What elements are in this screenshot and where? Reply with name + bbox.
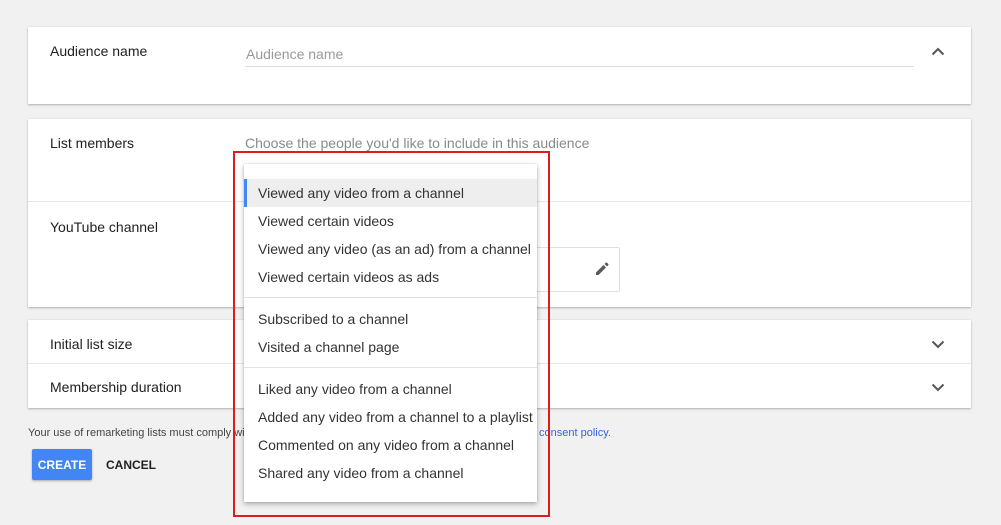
menu-item[interactable]: Viewed any video (as an ad) from a chann… <box>244 235 537 263</box>
initial-list-size-expand[interactable] <box>926 332 950 356</box>
edit-channel-button[interactable] <box>590 257 614 281</box>
chevron-down-icon <box>931 340 945 348</box>
menu-item[interactable]: Added any video from a channel to a play… <box>244 403 537 431</box>
audience-name-card: Audience name <box>28 27 971 104</box>
membership-duration-label: Membership duration <box>50 379 182 395</box>
menu-item[interactable]: Viewed any video from a channel <box>244 179 537 207</box>
menu-group-engagement: Liked any video from a channel Added any… <box>244 375 537 487</box>
menu-item[interactable]: Commented on any video from a channel <box>244 431 537 459</box>
chevron-up-icon <box>931 47 945 55</box>
menu-item[interactable]: Viewed certain videos <box>244 207 537 235</box>
menu-group-channel: Subscribed to a channel Visited a channe… <box>244 305 537 361</box>
menu-item[interactable]: Liked any video from a channel <box>244 375 537 403</box>
audience-name-input[interactable] <box>245 41 914 67</box>
list-members-dropdown: Viewed any video from a channel Viewed c… <box>244 164 537 502</box>
create-button[interactable]: CREATE <box>32 449 92 480</box>
menu-group-viewed: Viewed any video from a channel Viewed c… <box>244 179 537 291</box>
list-members-label: List members <box>50 135 135 151</box>
youtube-channel-label: YouTube channel <box>50 219 158 235</box>
membership-duration-expand[interactable] <box>926 375 950 399</box>
chevron-down-icon <box>931 383 945 391</box>
menu-separator <box>244 367 537 368</box>
policy-note: Your use of remarketing lists must compl… <box>28 427 611 439</box>
cancel-button[interactable]: CANCEL <box>100 449 162 480</box>
list-members-hint: Choose the people you'd like to include … <box>245 135 590 151</box>
consent-policy-link[interactable]: consent policy. <box>539 427 611 439</box>
collapse-button[interactable] <box>926 39 950 63</box>
initial-list-size-label: Initial list size <box>50 336 133 352</box>
audience-name-label: Audience name <box>50 43 148 59</box>
pencil-icon <box>596 262 609 275</box>
menu-item[interactable]: Subscribed to a channel <box>244 305 537 333</box>
menu-item[interactable]: Visited a channel page <box>244 333 537 361</box>
policy-note-text: Your use of remarketing lists must compl… <box>28 427 245 439</box>
menu-item[interactable]: Shared any video from a channel <box>244 459 537 487</box>
menu-item[interactable]: Viewed certain videos as ads <box>244 263 537 291</box>
menu-separator <box>244 297 537 298</box>
